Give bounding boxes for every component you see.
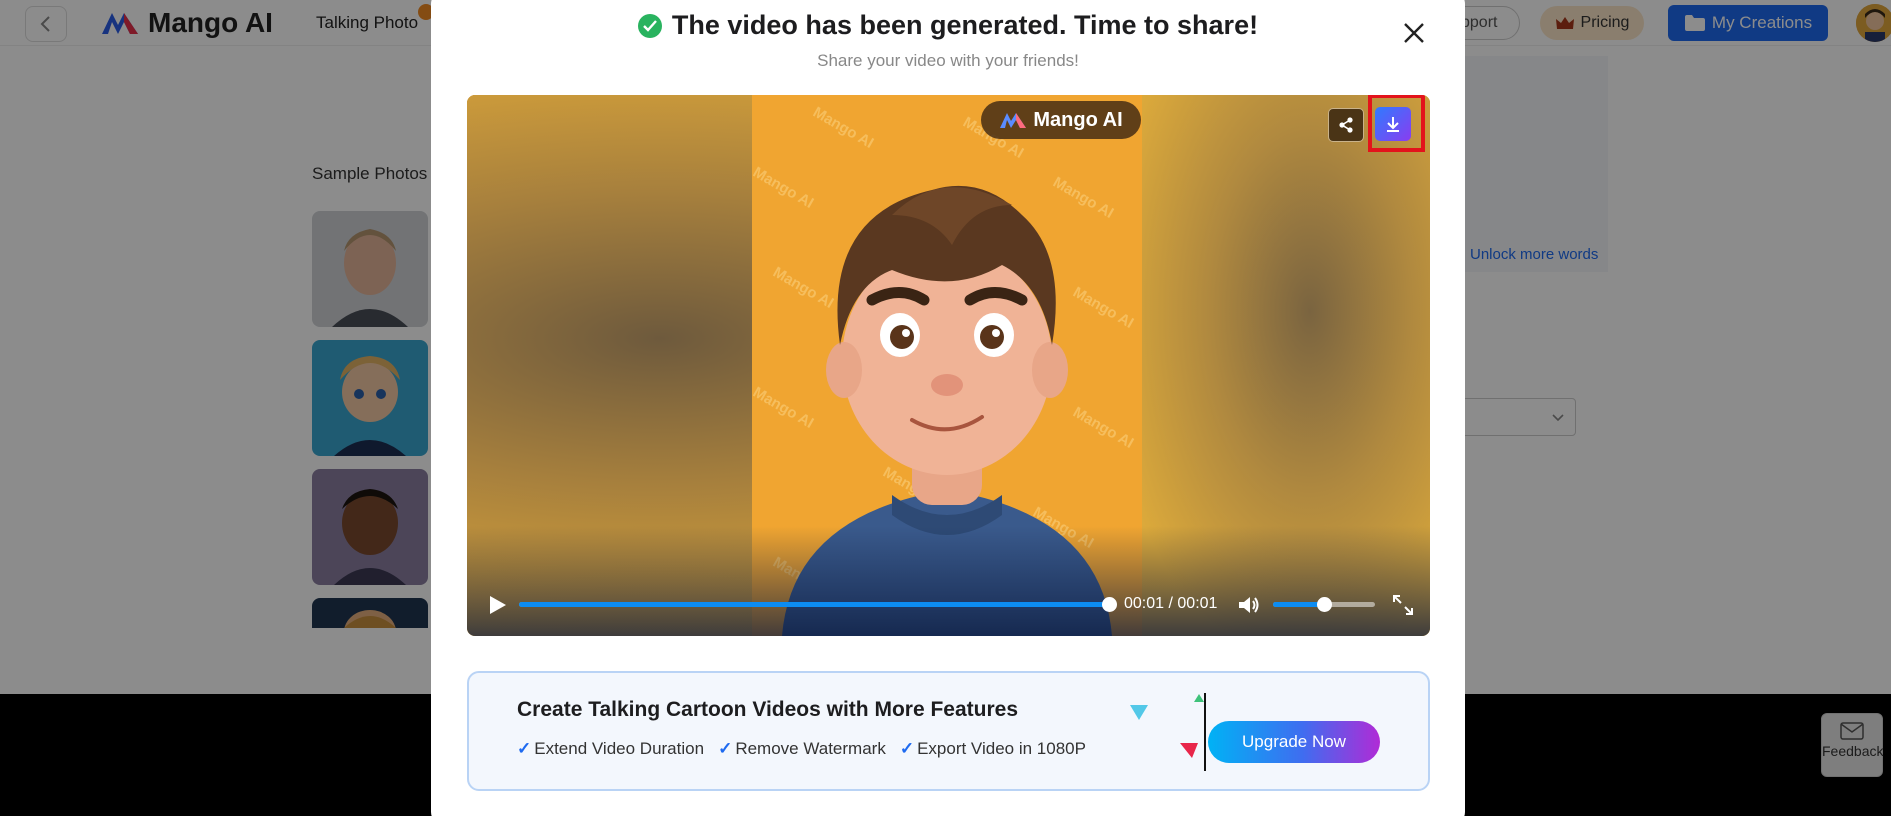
play-icon	[490, 596, 506, 614]
watermark-badge: Mango AI	[981, 101, 1141, 139]
check-circle-icon	[637, 13, 662, 38]
fullscreen-button[interactable]	[1392, 594, 1414, 616]
promo-feature-label: Export Video in 1080P	[917, 739, 1086, 758]
video-controls: 00:01 / 00:01	[467, 583, 1430, 627]
promo-feature-list: ✓ Extend Video Duration ✓ Remove Watermark…	[517, 739, 1086, 759]
volume-slider[interactable]	[1273, 597, 1375, 612]
modal-title: The video has been generated. Time to sh…	[671, 10, 1259, 40]
decorative-triangle-icon	[1130, 705, 1148, 720]
share-button[interactable]	[1328, 108, 1364, 142]
share-icon	[1339, 117, 1353, 133]
mango-logo-icon	[1000, 113, 1027, 128]
upgrade-now-button[interactable]: Upgrade Now	[1208, 721, 1380, 763]
progress-bar[interactable]	[519, 597, 1117, 612]
download-icon	[1387, 117, 1399, 132]
play-button[interactable]	[485, 593, 509, 617]
promo-feature-item: ✓ Export Video in 1080P	[900, 739, 1086, 759]
progress-fill	[519, 602, 1109, 607]
watermark-badge-text: Mango AI	[1033, 108, 1123, 131]
decorative-divider	[1204, 693, 1206, 771]
volume-icon	[1239, 597, 1259, 613]
checkmark-icon: ✓	[517, 739, 532, 758]
volume-handle[interactable]	[1317, 597, 1332, 612]
promo-feature-item: ✓ Extend Video Duration	[517, 739, 704, 759]
checkmark-icon: ✓	[718, 739, 733, 758]
checkmark-icon: ✓	[899, 739, 915, 758]
time-current: 00:01	[1124, 595, 1165, 612]
decorative-triangle-icon	[1180, 743, 1198, 758]
video-player[interactable]: Mango AI Mango AI Mango AI Mango AI Mang…	[467, 95, 1430, 636]
progress-handle[interactable]	[1102, 597, 1117, 612]
close-button[interactable]	[1401, 20, 1427, 46]
promo-title: Create Talking Cartoon Videos with More …	[517, 698, 1018, 721]
promo-feature-item: ✓ Remove Watermark	[718, 739, 886, 759]
volume-button[interactable]	[1237, 594, 1261, 616]
close-icon	[1404, 23, 1424, 43]
share-video-modal: The video has been generated. Time to sh…	[431, 0, 1465, 816]
download-button[interactable]	[1375, 107, 1411, 141]
time-display: 00:01 / 00:01	[1124, 595, 1217, 613]
modal-subtitle: Share your video with your friends!	[817, 51, 1079, 70]
fullscreen-icon	[1393, 595, 1413, 615]
promo-feature-label: Remove Watermark	[735, 739, 886, 758]
time-total: 00:01	[1177, 595, 1218, 612]
time-separator: /	[1168, 595, 1173, 612]
modal-title-row: The video has been generated. Time to sh…	[431, 10, 1465, 41]
upgrade-promo-banner: Create Talking Cartoon Videos with More …	[467, 671, 1430, 791]
promo-feature-label: Extend Video Duration	[534, 739, 705, 758]
